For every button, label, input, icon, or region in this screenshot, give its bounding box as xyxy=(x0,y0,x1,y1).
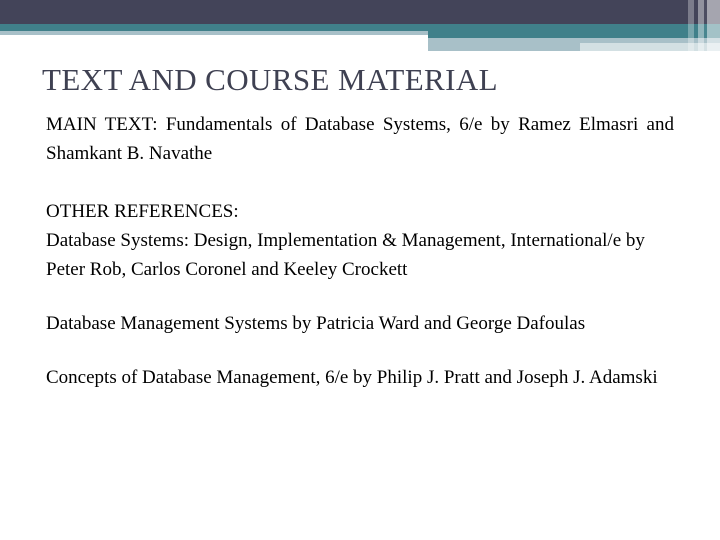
header-band-dark xyxy=(0,0,720,24)
body-paragraph-reference-ward-dafoulas: Database Management Systems by Patricia … xyxy=(46,313,586,334)
header-band-light-lower xyxy=(428,43,580,51)
slide: TEXT AND COURSE MATERIAL MAIN TEXT: Fund… xyxy=(0,0,720,540)
body-paragraph-other-references-heading: OTHER REFERENCES: xyxy=(46,201,239,222)
body-paragraph-reference-rob-coronel: Database Systems: Design, Implementation… xyxy=(46,230,645,280)
body-paragraph-main-text: MAIN TEXT: Fundamentals of Database Syst… xyxy=(46,114,674,164)
header-vertical-stripes xyxy=(688,0,720,52)
slide-body: MAIN TEXT: Fundamentals of Database Syst… xyxy=(46,110,674,392)
body-spacer-1 xyxy=(46,168,674,197)
header-band-teal-right xyxy=(428,31,720,38)
header-decoration xyxy=(0,0,720,52)
vertical-stripe-5 xyxy=(707,0,720,52)
header-band-light-left xyxy=(0,31,428,35)
header-band-teal xyxy=(0,24,720,31)
slide-title: TEXT AND COURSE MATERIAL xyxy=(42,62,498,97)
body-spacer-2 xyxy=(46,284,674,309)
body-paragraph-reference-pratt-adamski: Concepts of Database Management, 6/e by … xyxy=(46,367,658,388)
body-spacer-3 xyxy=(46,338,674,363)
